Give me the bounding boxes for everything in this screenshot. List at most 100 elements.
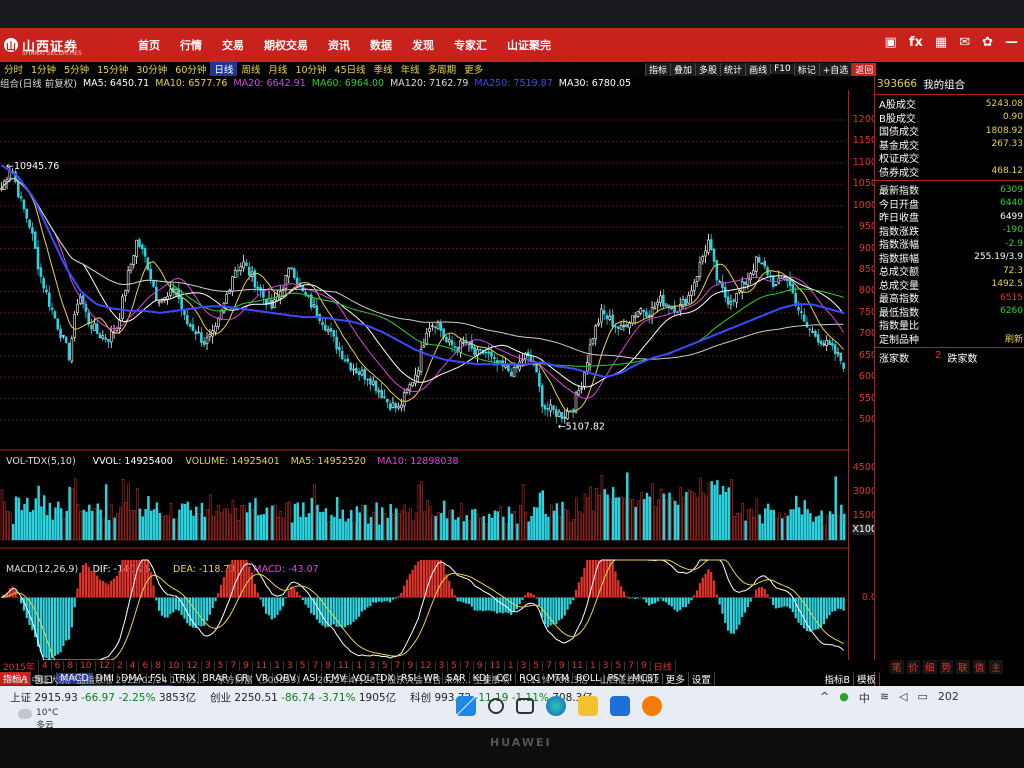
date-tick[interactable]: 1 [505,661,518,671]
menu-item-quotes[interactable]: 行情 [170,37,212,53]
date-tick[interactable]: 9 [240,661,253,671]
date-tick[interactable]: 3 [518,661,531,671]
period-tab[interactable]: 10分钟 [291,62,330,76]
date-tick[interactable]: 5 [379,661,392,671]
price-chart[interactable]: VOL-TDX(5,10) VVOL: 14925400 VOLUME: 14925… [0,90,850,661]
date-tick[interactable]: 4 [39,661,52,671]
date-tick[interactable]: 10 [165,661,184,671]
date-tick[interactable]: 9 [474,661,487,671]
trading-app-icon[interactable] [642,696,662,716]
period-tab[interactable]: 30分钟 [132,62,171,76]
period-tab[interactable]: 多周期 [424,62,461,76]
date-tick[interactable]: 1 [587,661,600,671]
toolbar-button[interactable]: 统计 [720,62,746,76]
period-tab[interactable]: 1分钟 [27,62,60,76]
wifi-icon[interactable]: ≋ [880,690,889,706]
clock-text[interactable]: 202 [938,690,959,706]
search-icon[interactable] [488,698,504,714]
toolbar-button[interactable]: 标记 [793,62,819,76]
date-tick[interactable]: 11 [335,661,354,671]
news-item[interactable]: 3011 中证大宗产品指数涨 2022/02/24 10:35... [0,673,211,686]
period-tab[interactable]: 更多 [460,62,487,76]
date-tick[interactable]: 5 [612,661,626,671]
date-tick[interactable]: 7 [227,661,241,671]
period-tab[interactable]: 周线 [237,62,264,76]
toolbar-button[interactable]: 画线 [745,62,771,76]
date-tick[interactable]: 9 [404,661,418,671]
index-quote[interactable]: 上证 2915.93 -66.97 -2.25% 3853亿 [10,690,196,705]
save-icon[interactable]: ▣ [885,35,897,50]
date-tick[interactable]: 3 [600,661,613,671]
battery-icon[interactable]: ▭ [918,690,928,706]
period-tab[interactable]: 15分钟 [93,62,132,76]
menu-item-shanzheng[interactable]: 山证聚完 [497,37,561,53]
date-tick[interactable]: 7 [392,661,405,671]
date-tick[interactable]: 9 [556,661,569,671]
edge-browser-icon[interactable] [546,696,566,716]
date-tick[interactable]: 11 [486,661,505,671]
period-tab[interactable]: 分时 [0,62,27,76]
menu-item-options[interactable]: 期权交易 [254,37,318,53]
date-tick[interactable]: 7 [309,661,323,671]
date-tick[interactable]: 9 [638,661,651,671]
date-tick[interactable]: 12 [183,661,202,671]
date-tick[interactable]: 5 [530,661,544,671]
date-tick[interactable]: 5 [448,661,461,671]
menu-item-discover[interactable]: 发现 [402,37,444,53]
period-tab[interactable]: 季线 [370,62,397,76]
date-tick[interactable]: 4 [127,661,140,671]
date-tick[interactable]: 6 [139,661,153,671]
menu-item-home[interactable]: 首页 [128,37,170,53]
date-tick[interactable]: 3 [202,661,215,671]
menu-item-experts[interactable]: 专家汇 [444,37,497,53]
news-item[interactable]: 2022年4月28日 股东大会公告 未来... 主要事项 [311,673,515,686]
minimize-icon[interactable]: — [1005,35,1018,50]
toolbar-button[interactable]: +自选 [818,62,852,76]
date-tick[interactable]: 11 [569,661,588,671]
date-tick[interactable]: 12 [96,661,115,671]
date-tick[interactable]: 8 [64,661,78,671]
toolbar-button[interactable]: 叠加 [670,62,696,76]
period-tab[interactable]: 年线 [397,62,424,76]
date-tick[interactable]: 9 [322,661,335,671]
date-tick[interactable]: 11 [253,661,272,671]
date-tick[interactable]: 3 [436,661,449,671]
date-tick[interactable]: 3 [366,661,379,671]
index-quote[interactable]: 创业 2250.51 -86.74 -3.71% 1905亿 [210,690,396,705]
period-tab[interactable]: 5分钟 [60,62,93,76]
menu-item-trade[interactable]: 交易 [212,37,254,53]
windows-start-icon[interactable] [456,696,476,716]
chevron-up-icon[interactable]: ^ [820,690,829,706]
period-tab[interactable]: 60分钟 [171,62,210,76]
ime-icon[interactable]: 中 [859,690,870,706]
news-item[interactable]: 东方财富（300059） [211,673,311,686]
period-tab[interactable]: 45日线 [331,62,370,76]
date-tick[interactable]: 10 [77,661,96,671]
toolbar-button[interactable]: 多股 [695,62,721,76]
mail-icon[interactable]: ✉ [959,35,970,50]
date-tick[interactable]: 7 [461,661,474,671]
settings-grid-icon[interactable]: ▦ [935,35,947,50]
date-tick[interactable]: 7 [543,661,556,671]
date-tick[interactable]: 7 [625,661,638,671]
date-tick[interactable]: 1 [353,661,367,671]
date-tick[interactable]: 3 [284,661,297,671]
file-explorer-icon[interactable] [578,696,598,716]
toolbar-button[interactable]: 指标 [645,62,671,76]
date-tick[interactable]: 6 [52,661,65,671]
date-tick[interactable]: 1 [271,661,284,671]
menu-item-data[interactable]: 数据 [360,37,402,53]
date-tick[interactable]: 5 [215,661,228,671]
date-tick[interactable]: 12 [417,661,436,671]
volume-icon[interactable]: ◁ [899,690,907,706]
fx-icon[interactable]: fx [909,35,923,50]
menu-item-news[interactable]: 资讯 [318,37,360,53]
task-view-icon[interactable] [516,698,534,714]
news-item[interactable]: 山西证券网城2 [594,673,666,686]
date-tick[interactable]: 8 [152,661,165,671]
toolbar-button[interactable]: F10 [770,64,794,74]
mail-app-icon[interactable] [610,696,630,716]
date-tick[interactable]: 2 [114,661,127,671]
news-item[interactable]: 1.11% 708.3亿 [516,673,594,686]
date-tick[interactable]: 5 [297,661,310,671]
